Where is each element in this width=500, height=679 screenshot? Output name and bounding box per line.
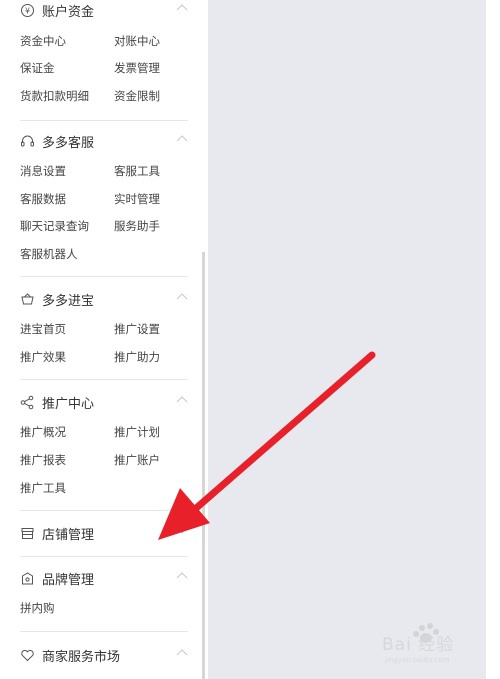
- sidebar-item-invoice-management[interactable]: 发票管理: [114, 60, 160, 76]
- sidebar-item-service-robot[interactable]: 客服机器人: [20, 246, 78, 262]
- section-title: 品牌管理: [42, 572, 95, 588]
- right-margin: [486, 0, 500, 679]
- divider: [20, 120, 188, 121]
- watermark-text: Bai 经验: [382, 635, 455, 655]
- main-content-area: [208, 0, 486, 679]
- sidebar-item-jinbao-home[interactable]: 进宝首页: [20, 321, 66, 337]
- annotation-arrow-icon: [158, 351, 376, 540]
- store-icon: [20, 526, 35, 541]
- section-title: 商家服务市场: [42, 649, 121, 665]
- sidebar-item-realtime-management[interactable]: 实时管理: [114, 191, 160, 207]
- divider: [20, 276, 188, 277]
- share-icon: [20, 395, 35, 410]
- sidebar-item-fund-limits[interactable]: 资金限制: [114, 88, 160, 104]
- sidebar-item-promotion-settings[interactable]: 推广设置: [114, 321, 160, 337]
- sidebar-item-service-data[interactable]: 客服数据: [20, 191, 66, 207]
- sidebar-item-promotion-overview[interactable]: 推广概况: [20, 424, 66, 440]
- sidebar-item-service-tools[interactable]: 客服工具: [114, 163, 160, 179]
- sidebar-item-service-assistant[interactable]: 服务助手: [114, 218, 160, 234]
- sidebar-item-deposit[interactable]: 保证金: [20, 60, 55, 76]
- sidebar-item-reconciliation-center[interactable]: 对账中心: [114, 33, 160, 49]
- section-header-brand-management[interactable]: 品牌管理: [20, 567, 188, 589]
- sidebar-item-promotion-tools[interactable]: 推广工具: [20, 480, 66, 496]
- chevron-up-icon[interactable]: [176, 647, 188, 657]
- sidebar-item-fund-center[interactable]: 资金中心: [20, 33, 66, 49]
- chevron-up-icon[interactable]: [176, 291, 188, 301]
- section-title: 店铺管理: [42, 527, 95, 543]
- section-title: 多多进宝: [42, 293, 95, 309]
- headset-icon: [20, 134, 35, 149]
- sidebar-item-promotion-effect[interactable]: 推广效果: [20, 349, 66, 365]
- sidebar-item-internal-group-buy[interactable]: 拼内购: [20, 600, 55, 616]
- sidebar-item-promotion-report[interactable]: 推广报表: [20, 452, 66, 468]
- treasure-icon: [20, 292, 35, 307]
- sidebar: ¥ 账户资金 资金中心 对账中心 保证金 发票管理 货款扣款明细 资金限制 多多…: [0, 0, 205, 679]
- section-title: 账户资金: [42, 4, 95, 20]
- chevron-up-icon[interactable]: [176, 2, 188, 12]
- heart-icon: [20, 648, 35, 663]
- section-title: 推广中心: [42, 396, 95, 412]
- brand-icon: [20, 571, 35, 586]
- sidebar-item-chat-history-query[interactable]: 聊天记录查询: [20, 218, 89, 234]
- section-header-duoduo-jinbao[interactable]: 多多进宝: [20, 288, 188, 310]
- divider: [20, 556, 188, 557]
- watermark-logo: Bai 经验 jingyan.baidu.com: [382, 622, 492, 674]
- watermark-subtext: jingyan.baidu.com: [385, 656, 450, 664]
- yen-icon: ¥: [20, 3, 35, 18]
- svg-text:¥: ¥: [25, 6, 30, 15]
- chevron-up-icon[interactable]: [176, 570, 188, 580]
- section-header-customer-service[interactable]: 多多客服: [20, 130, 188, 152]
- sidebar-item-message-settings[interactable]: 消息设置: [20, 163, 66, 179]
- section-header-merchant-service-market[interactable]: 商家服务市场: [20, 644, 188, 666]
- section-header-account-funds[interactable]: ¥ 账户资金: [20, 0, 188, 21]
- sidebar-item-payment-deduction-details[interactable]: 货款扣款明细: [20, 88, 89, 104]
- section-title: 多多客服: [42, 135, 95, 151]
- chevron-up-icon[interactable]: [176, 133, 188, 143]
- divider: [20, 631, 188, 632]
